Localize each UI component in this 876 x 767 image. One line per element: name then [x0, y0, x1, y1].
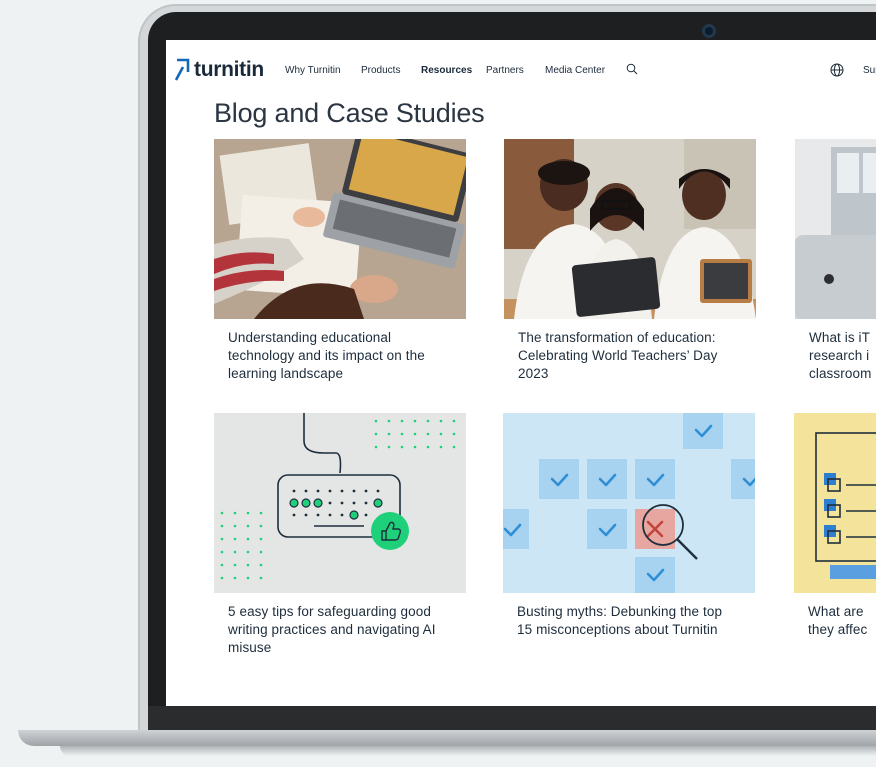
page-title: Blog and Case Studies — [214, 98, 485, 128]
article-thumbnail-laptop-writing — [214, 139, 466, 319]
nav-support[interactable]: Sup — [863, 65, 876, 76]
article-thumbnail-checkmarks-illustration — [503, 413, 755, 593]
article-thumbnail-checklist-illustration — [794, 413, 876, 593]
logo-wordmark: turnitin — [194, 58, 264, 81]
browser-viewport: turnitin Why Turnitin Products Resources… — [166, 40, 876, 706]
article-card[interactable]: The transformation of education: Celebra… — [504, 139, 756, 383]
article-thumbnail-keyboard-illustration — [214, 413, 466, 593]
article-thumbnail-students-tablet — [504, 139, 756, 319]
nav-media-center[interactable]: Media Center — [545, 65, 605, 76]
article-title[interactable]: The transformation of education: Celebra… — [518, 329, 738, 383]
globe-icon[interactable] — [830, 63, 844, 77]
article-title[interactable]: 5 easy tips for safeguarding good writin… — [228, 603, 448, 657]
laptop-base-shadow — [60, 746, 876, 756]
article-thumbnail-classroom-laptop — [795, 139, 876, 319]
nav-resources[interactable]: Resources — [421, 65, 472, 76]
article-title[interactable]: Busting myths: Debunking the top 15 misc… — [517, 603, 737, 639]
article-card[interactable]: Busting myths: Debunking the top 15 misc… — [503, 413, 755, 639]
article-card[interactable]: What is iT research i classroom — [795, 139, 876, 383]
turnitin-logo[interactable]: turnitin — [174, 58, 264, 82]
nav-why-turnitin[interactable]: Why Turnitin — [285, 65, 341, 76]
top-navigation: turnitin Why Turnitin Products Resources… — [166, 40, 876, 104]
article-card[interactable]: 5 easy tips for safeguarding good writin… — [214, 413, 466, 657]
search-icon[interactable] — [626, 63, 638, 75]
laptop-base — [18, 730, 876, 746]
laptop-bottom-bezel — [148, 706, 876, 730]
article-title[interactable]: Understanding educational technology and… — [228, 329, 448, 383]
article-card[interactable]: What are they affec — [794, 413, 876, 639]
article-title[interactable]: What are they affec — [808, 603, 876, 639]
webcam — [702, 24, 716, 38]
article-title[interactable]: What is iT research i classroom — [809, 329, 876, 383]
nav-products[interactable]: Products — [361, 65, 400, 76]
article-card[interactable]: Understanding educational technology and… — [214, 139, 466, 383]
turnitin-logo-mark — [174, 58, 190, 81]
nav-partners[interactable]: Partners — [486, 65, 524, 76]
